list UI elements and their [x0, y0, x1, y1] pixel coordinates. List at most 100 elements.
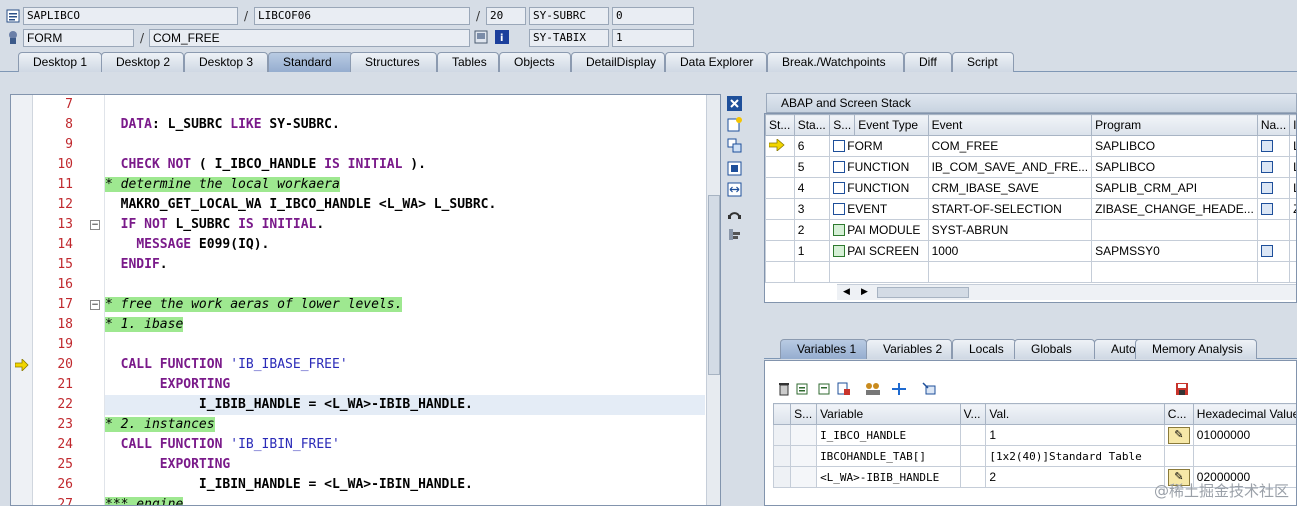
tab-detaildisplay[interactable]: DetailDisplay — [571, 52, 665, 72]
col-header[interactable]: I — [1289, 114, 1296, 136]
col-header[interactable]: Sta... — [793, 114, 831, 136]
settings-icon[interactable] — [726, 227, 743, 244]
scroll-left-icon[interactable]: ◀ — [843, 285, 850, 300]
line-field[interactable]: 20 — [486, 7, 526, 25]
tab-desktop-2[interactable]: Desktop 2 — [101, 52, 184, 72]
col-header[interactable]: Variable — [816, 403, 961, 425]
code-line: CALL FUNCTION 'IB_IBASE_FREE' — [120, 357, 348, 372]
sysval2-field[interactable]: 1 — [612, 29, 694, 47]
include-field[interactable]: LIBCOF06 — [254, 7, 470, 25]
scroll-right-icon[interactable]: ▶ — [861, 285, 868, 300]
breakpoint-gutter[interactable] — [11, 95, 33, 505]
navigate-icon[interactable] — [1256, 198, 1291, 220]
navigate-icon[interactable] — [1256, 156, 1291, 178]
navigate-icon[interactable] — [1256, 177, 1291, 199]
variable-value[interactable]: 1 — [985, 424, 1165, 446]
variable-name[interactable]: <L_WA>-IBIB_HANDLE — [816, 466, 961, 488]
change-value-button[interactable]: ✎ — [1163, 424, 1194, 446]
tab-variables-1[interactable]: Variables 1 — [780, 339, 867, 359]
row-selector[interactable] — [772, 424, 792, 446]
navigate-icon[interactable] — [1256, 240, 1291, 262]
stack-level: 5 — [793, 156, 831, 178]
navigate-icon[interactable] — [1256, 135, 1291, 157]
tab-standard[interactable]: Standard — [268, 52, 353, 72]
program-icon — [6, 9, 20, 23]
tab-diff[interactable]: Diff — [904, 52, 952, 72]
line-number: 13 — [57, 217, 73, 232]
swap-icon[interactable] — [726, 182, 743, 199]
col-header[interactable]: Hexadecimal Value — [1192, 403, 1296, 425]
col-header[interactable]: Event — [927, 114, 1093, 136]
new-tool-icon[interactable] — [726, 117, 743, 134]
variable-name[interactable]: I_IBCO_HANDLE — [816, 424, 961, 446]
col-header[interactable]: Na... — [1256, 114, 1291, 136]
col-header[interactable]: Event Type — [854, 114, 929, 136]
program-field[interactable]: SAPLIBCO — [23, 7, 238, 25]
tab-memory-analysis[interactable]: Memory Analysis — [1135, 339, 1257, 359]
event-type-field[interactable]: FORM — [23, 29, 134, 47]
fold-toggle-icon[interactable]: − — [90, 220, 100, 230]
stack-row[interactable]: 4 FUNCTION CRM_IBASE_SAVE SAPLIB_CRM_API… — [765, 177, 1296, 199]
variable-value[interactable]: [1x2(40)]Standard Table — [985, 445, 1165, 467]
tab-locals[interactable]: Locals — [952, 339, 1016, 359]
source-code-editor[interactable]: − − 7 8 9 10 11 12 13 14 15 16 17 18 19 … — [10, 94, 721, 506]
line-number: 27 — [57, 497, 73, 506]
comment-line: *** engine — [105, 495, 705, 505]
replace-tool-icon[interactable] — [726, 138, 743, 155]
save-variables-icon[interactable] — [817, 382, 831, 399]
scroll-thumb[interactable] — [708, 195, 720, 375]
arrows-icon[interactable] — [891, 382, 907, 399]
maximize-icon[interactable] — [726, 161, 743, 178]
transfer-icon[interactable] — [865, 382, 881, 399]
editor-vertical-scrollbar[interactable] — [706, 95, 720, 505]
stack-event: CRM_IBASE_SAVE — [927, 177, 1093, 199]
event-name-field[interactable]: COM_FREE — [149, 29, 470, 47]
variable-name[interactable]: IBCOHANDLE_TAB[] — [816, 445, 961, 467]
row-selector[interactable] — [772, 466, 792, 488]
stack-horizontal-scrollbar[interactable]: ◀ ▶ — [837, 284, 1296, 300]
stack-row[interactable]: 5 FUNCTION IB_COM_SAVE_AND_FRE... SAPLIB… — [765, 156, 1296, 178]
variable-value[interactable]: 2 — [985, 466, 1165, 488]
col-header[interactable]: Val. — [985, 403, 1165, 425]
sysvar2-field[interactable]: SY-TABIX — [529, 29, 609, 47]
stack-row[interactable]: 3 EVENT START-OF-SELECTION ZIBASE_CHANGE… — [765, 198, 1296, 220]
stack-header-row: St... Sta... S... Event Type Event Progr… — [765, 114, 1296, 136]
tab-tables[interactable]: Tables — [437, 52, 499, 72]
tab-objects[interactable]: Objects — [499, 52, 571, 72]
stack-row[interactable]: 2 PAI MODULE SYST-ABRUN — [765, 219, 1296, 241]
info-icon[interactable]: i — [495, 30, 509, 44]
services-icon[interactable] — [726, 205, 743, 222]
tab-variables-2[interactable]: Variables 2 — [866, 339, 952, 359]
tab-desktop-3[interactable]: Desktop 3 — [184, 52, 268, 72]
fold-toggle-icon[interactable]: − — [90, 300, 100, 310]
row-selector[interactable] — [772, 445, 792, 467]
save-icon[interactable] — [1175, 382, 1189, 399]
col-header[interactable]: St... — [765, 114, 795, 136]
delete-all-icon[interactable] — [795, 382, 809, 399]
navigate-icon[interactable] — [922, 382, 936, 399]
line-number: 10 — [57, 157, 73, 172]
variable-row[interactable]: IBCOHANDLE_TAB[] [1x2(40)]Standard Table — [772, 445, 1296, 467]
delete-icon[interactable] — [777, 382, 791, 399]
stack-row[interactable]: 1 PAI SCREEN 1000 SAPMSSY0 — [765, 240, 1296, 262]
close-icon[interactable] — [726, 96, 743, 113]
col-header[interactable]: C... — [1163, 403, 1194, 425]
tab-globals[interactable]: Globals — [1014, 339, 1095, 359]
display-icon[interactable] — [474, 30, 488, 44]
variable-row[interactable]: I_IBCO_HANDLE 1 ✎ 01000000 — [772, 424, 1296, 446]
col-header[interactable]: V... — [959, 403, 987, 425]
load-variables-icon[interactable] — [837, 382, 851, 399]
tab-structures[interactable]: Structures — [350, 52, 437, 72]
tab-break-watchpoints[interactable]: Break./Watchpoints — [767, 52, 904, 72]
sysval1-field[interactable]: 0 — [612, 7, 694, 25]
tab-desktop-1[interactable]: Desktop 1 — [18, 52, 102, 72]
col-header[interactable]: Program — [1091, 114, 1258, 136]
tab-data-explorer[interactable]: Data Explorer — [665, 52, 767, 72]
scroll-thumb[interactable] — [877, 287, 969, 298]
col-header[interactable]: S... — [829, 114, 856, 136]
stack-row[interactable]: 6 FORM COM_FREE SAPLIBCO L — [765, 135, 1296, 157]
pencil-icon[interactable]: ✎ — [1167, 426, 1190, 444]
tab-script[interactable]: Script — [952, 52, 1014, 72]
col-header[interactable]: S... — [790, 403, 818, 425]
sysvar1-field[interactable]: SY-SUBRC — [529, 7, 609, 25]
